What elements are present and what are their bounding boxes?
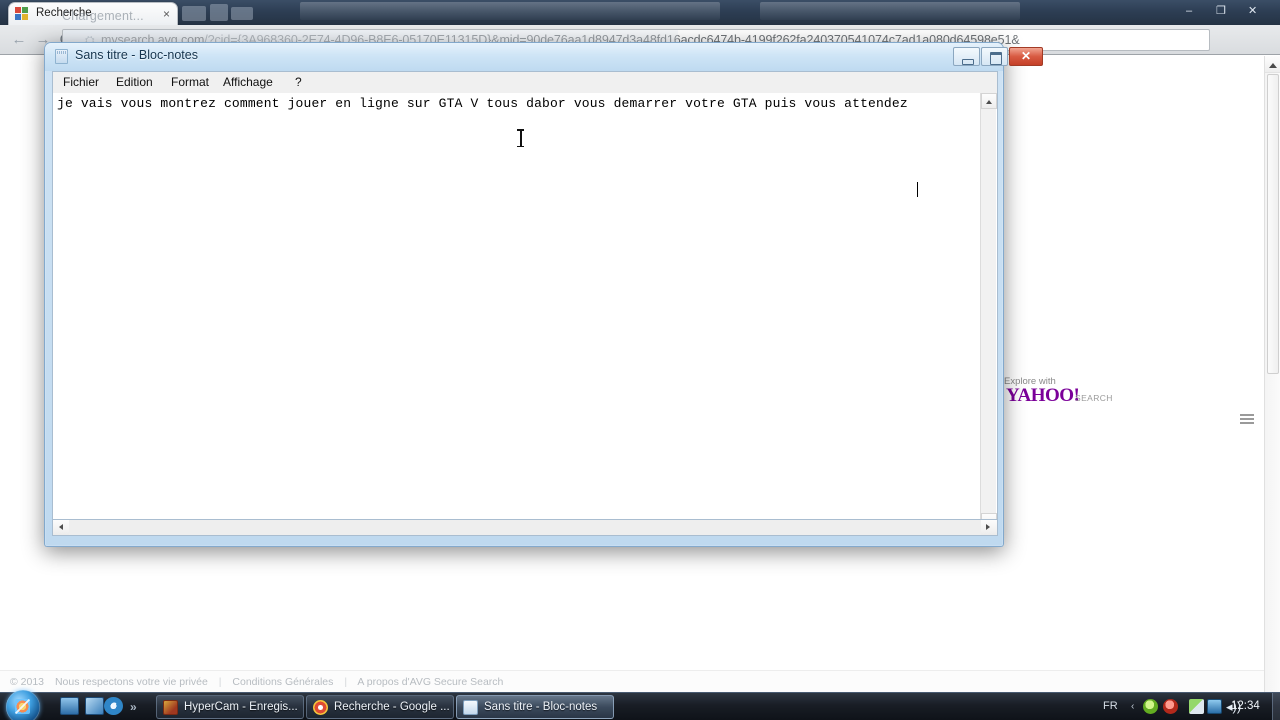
scrollbar-up-arrow-icon[interactable]: [1265, 56, 1280, 73]
network-icon[interactable]: [1189, 699, 1204, 714]
yahoo-logo: YAHOO!: [1006, 385, 1080, 406]
notepad-menu-bar: Fichier Edition Format Affichage ?: [52, 71, 998, 93]
show-desktop-peek-button[interactable]: [1272, 693, 1280, 720]
language-indicator[interactable]: FR: [1103, 700, 1118, 712]
notepad-scroll-right-icon[interactable]: [981, 520, 997, 535]
tab-favicon-icon: [15, 7, 30, 22]
notepad-document-icon: [55, 49, 68, 64]
scrollbar-thumb[interactable]: [1267, 74, 1279, 374]
tray-overflow-chevron-icon[interactable]: ‹: [1131, 701, 1134, 712]
menu-item-fichier[interactable]: Fichier: [63, 75, 99, 89]
notepad-icon: [463, 700, 478, 715]
taskbar-button-hypercam[interactable]: HyperCam - Enregis...: [156, 695, 304, 719]
browser-close-button[interactable]: ✕: [1248, 2, 1257, 20]
menu-item-help[interactable]: ?: [295, 75, 302, 89]
alert-icon[interactable]: [1163, 699, 1178, 714]
page-footer: © 2013 Nous respectons votre vie privée …: [0, 670, 1264, 692]
menu-item-format[interactable]: Format: [171, 75, 209, 89]
yahoo-search-badge: Explore with YAHOO! SEARCH: [1004, 376, 1134, 406]
taskbar-button-notepad[interactable]: Sans titre - Bloc-notes: [456, 695, 614, 719]
notepad-text-content: je vais vous montrez comment jouer en li…: [57, 96, 916, 111]
quick-launch-overflow-icon[interactable]: »: [130, 700, 137, 714]
footer-about-link[interactable]: A propos d'AVG Secure Search: [357, 676, 503, 688]
page-scrollbar[interactable]: [1264, 56, 1280, 692]
display-icon[interactable]: [1207, 699, 1222, 714]
browser-minimize-button[interactable]: –: [1186, 2, 1192, 20]
taskbar-button-label: Sans titre - Bloc-notes: [484, 701, 598, 713]
show-desktop-icon[interactable]: [60, 697, 79, 715]
notepad-text-area[interactable]: je vais vous montrez comment jouer en li…: [52, 93, 998, 531]
chrome-icon: [313, 700, 328, 715]
back-icon[interactable]: ←: [10, 31, 28, 49]
windows-taskbar: e » HyperCam - Enregis... Recherche - Go…: [0, 690, 1280, 720]
notepad-vertical-scrollbar[interactable]: [980, 93, 997, 529]
clock[interactable]: 12:34: [1231, 700, 1260, 712]
footer-copyright: © 2013: [10, 676, 45, 688]
menu-item-edition[interactable]: Edition: [116, 75, 153, 89]
notepad-scroll-left-icon[interactable]: [53, 520, 69, 535]
desktop-screen: Recherche × Chargement... – ❐ ✕ ← → C ⛭ …: [0, 0, 1280, 720]
loading-ghost-text: Chargement...: [62, 9, 144, 23]
notepad-maximize-button[interactable]: [981, 47, 1008, 66]
footer-privacy-link[interactable]: Nous respectons votre vie privée: [55, 676, 208, 688]
internet-explorer-icon[interactable]: e: [104, 697, 123, 715]
notepad-window-title: Sans titre - Bloc-notes: [75, 48, 198, 62]
footer-separator-2: |: [344, 676, 348, 688]
notepad-minimize-button[interactable]: [953, 47, 980, 66]
switch-windows-icon[interactable]: [85, 697, 104, 715]
notepad-window[interactable]: Sans titre - Bloc-notes ✕ Fichier Editio…: [44, 42, 1043, 547]
start-button[interactable]: [6, 690, 40, 720]
text-caret: [917, 182, 918, 197]
tab-close-icon[interactable]: ×: [163, 8, 170, 20]
browser-tab-strip: Recherche × Chargement... – ❐ ✕: [0, 0, 1280, 25]
browser-restore-button[interactable]: ❐: [1216, 2, 1226, 20]
notepad-scroll-up-icon[interactable]: [981, 93, 997, 109]
taskbar-button-label: HyperCam - Enregis...: [184, 701, 298, 713]
text-cursor-ibeam-icon: [517, 129, 524, 147]
notepad-horizontal-scrollbar[interactable]: [52, 519, 998, 536]
footer-separator-1: |: [218, 676, 222, 688]
scrollbar-grip-icon: [1240, 414, 1254, 426]
taskbar-button-chrome[interactable]: Recherche - Google ...: [306, 695, 454, 719]
avg-shield-icon[interactable]: [1143, 699, 1158, 714]
taskbar-button-label: Recherche - Google ...: [334, 701, 450, 713]
menu-item-affichage[interactable]: Affichage: [223, 75, 273, 89]
hypercam-icon: [163, 700, 178, 715]
yahoo-search-label: SEARCH: [1075, 393, 1113, 403]
footer-terms-link[interactable]: Conditions Générales: [232, 676, 333, 688]
notepad-close-button[interactable]: ✕: [1009, 47, 1043, 66]
notepad-title-bar[interactable]: Sans titre - Bloc-notes ✕: [45, 43, 1043, 71]
